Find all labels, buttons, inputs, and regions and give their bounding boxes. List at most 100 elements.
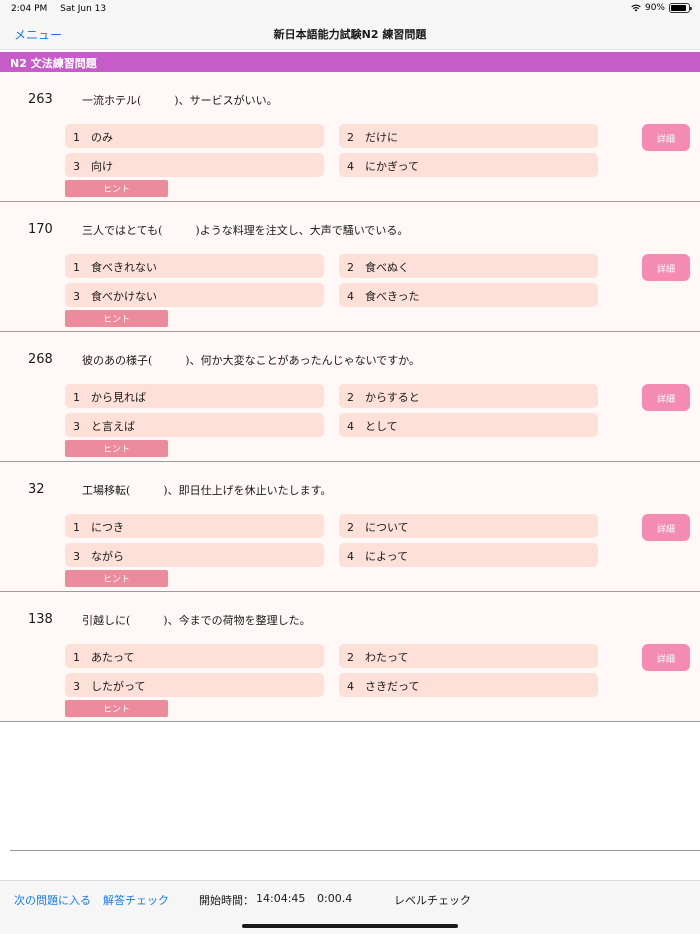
option-button[interactable]: 4 さきだって xyxy=(339,673,598,697)
question-text: 一流ホテル( )、サービスがいい。 xyxy=(82,94,278,107)
question-text: 引越しに( )、今までの荷物を整理した。 xyxy=(82,614,311,627)
option-button[interactable]: 1 食べきれない xyxy=(65,254,324,278)
option-number: 4 xyxy=(347,550,354,563)
option-number: 1 xyxy=(73,521,80,534)
home-indicator[interactable] xyxy=(242,924,458,928)
detail-button[interactable]: 詳細 xyxy=(642,384,690,411)
option-button[interactable]: 2 わたって xyxy=(339,644,598,668)
option-number: 1 xyxy=(73,261,80,274)
question-card: 32 工場移転( )、即日仕上げを休止いたします。 1 につき 2 について 3 なが… xyxy=(0,462,700,592)
nav-bar: メニュー 新日本語能力試験N2 練習問題 xyxy=(0,18,700,50)
question-card: 170 三人ではとても( )ような料理を注文し、大声で騒いでいる。 1 食べきれな… xyxy=(0,202,700,332)
option-number: 1 xyxy=(73,651,80,664)
option-text: について xyxy=(365,521,409,534)
option-text: ながら xyxy=(91,550,124,563)
detail-button[interactable]: 詳細 xyxy=(642,254,690,281)
option-number: 1 xyxy=(73,131,80,144)
option-number: 3 xyxy=(73,680,80,693)
option-button[interactable]: 3 ながら xyxy=(65,543,324,567)
option-button[interactable]: 4 食べきった xyxy=(339,283,598,307)
option-number: 4 xyxy=(347,290,354,303)
answer-check-button[interactable]: 解答チェック xyxy=(103,892,169,908)
elapsed-timer: 0:00.4 xyxy=(317,892,353,905)
hint-button[interactable]: ヒント xyxy=(65,570,168,587)
option-number: 2 xyxy=(347,391,354,404)
option-button[interactable]: 4 として xyxy=(339,413,598,437)
question-number: 32 xyxy=(28,482,45,497)
question-text: 彼のあの様子( )、何か大変なことがあったんじゃないですか。 xyxy=(82,354,421,367)
option-number: 4 xyxy=(347,420,354,433)
option-text: あたって xyxy=(91,651,135,664)
question-number: 138 xyxy=(28,612,53,627)
option-number: 4 xyxy=(347,680,354,693)
option-text: につき xyxy=(91,521,124,534)
option-text: から見れば xyxy=(91,391,146,404)
start-time-label: 開始時間： xyxy=(199,894,254,907)
option-button[interactable]: 3 食べかけない xyxy=(65,283,324,307)
option-button[interactable]: 3 向け xyxy=(65,153,324,177)
status-left: 2:04 PM Sat Jun 13 xyxy=(11,4,116,14)
question-text: 三人ではとても( )ような料理を注文し、大声で騒いでいる。 xyxy=(82,224,409,237)
option-button[interactable]: 3 したがって xyxy=(65,673,324,697)
option-button[interactable]: 2 だけに xyxy=(339,124,598,148)
option-button[interactable]: 1 あたって xyxy=(65,644,324,668)
start-time-value: 14:04:45 xyxy=(256,892,306,905)
option-text: として xyxy=(365,420,398,433)
status-bar: 2:04 PM Sat Jun 13 90% xyxy=(0,0,700,18)
detail-button[interactable]: 詳細 xyxy=(642,514,690,541)
option-button[interactable]: 1 から見れば xyxy=(65,384,324,408)
option-number: 2 xyxy=(347,261,354,274)
option-text: のみ xyxy=(91,131,113,144)
hint-button[interactable]: ヒント xyxy=(65,180,168,197)
hint-button[interactable]: ヒント xyxy=(65,310,168,327)
option-number: 2 xyxy=(347,131,354,144)
option-button[interactable]: 2 食べぬく xyxy=(339,254,598,278)
question-card: 263 一流ホテル( )、サービスがいい。 1 のみ 2 だけに 3 向け 4 にかぎっ… xyxy=(0,72,700,202)
option-number: 3 xyxy=(73,160,80,173)
question-number: 268 xyxy=(28,352,53,367)
option-text: 食べきれない xyxy=(91,261,157,274)
option-number: 3 xyxy=(73,290,80,303)
status-right: 90% xyxy=(631,3,692,13)
status-date: Sat Jun 13 xyxy=(60,4,107,14)
option-text: 食べかけない xyxy=(91,290,157,303)
question-card: 138 引越しに( )、今までの荷物を整理した。 1 あたって 2 わたって 3 した… xyxy=(0,592,700,722)
option-text: 食べぬく xyxy=(365,261,409,274)
section-header: N2 文法練習問題 xyxy=(0,52,700,72)
option-text: だけに xyxy=(365,131,398,144)
question-number: 170 xyxy=(28,222,53,237)
battery-icon xyxy=(669,3,692,13)
option-button[interactable]: 1 のみ xyxy=(65,124,324,148)
wifi-icon xyxy=(631,4,641,12)
option-number: 3 xyxy=(73,550,80,563)
detail-button[interactable]: 詳細 xyxy=(642,644,690,671)
next-question-button[interactable]: 次の問題に入る xyxy=(14,892,91,908)
option-text: 食べきった xyxy=(365,290,420,303)
option-text: わたって xyxy=(365,651,409,664)
option-number: 3 xyxy=(73,420,80,433)
option-number: 4 xyxy=(347,160,354,173)
option-button[interactable]: 1 につき xyxy=(65,514,324,538)
option-button[interactable]: 2 からすると xyxy=(339,384,598,408)
level-check-label: レベルチェック xyxy=(394,894,471,907)
question-list: 263 一流ホテル( )、サービスがいい。 1 のみ 2 だけに 3 向け 4 にかぎっ… xyxy=(0,72,700,722)
option-text: したがって xyxy=(91,680,146,693)
option-button[interactable]: 2 について xyxy=(339,514,598,538)
option-number: 2 xyxy=(347,521,354,534)
option-button[interactable]: 3 と言えば xyxy=(65,413,324,437)
detail-button[interactable]: 詳細 xyxy=(642,124,690,151)
option-text: さきだって xyxy=(365,680,420,693)
question-number: 263 xyxy=(28,92,53,107)
option-text: からすると xyxy=(365,391,420,404)
question-text: 工場移転( )、即日仕上げを休止いたします。 xyxy=(82,484,332,497)
status-time: 2:04 PM xyxy=(11,4,48,14)
option-text: によって xyxy=(365,550,409,563)
hint-button[interactable]: ヒント xyxy=(65,700,168,717)
option-text: にかぎって xyxy=(365,160,420,173)
option-button[interactable]: 4 にかぎって xyxy=(339,153,598,177)
hint-button[interactable]: ヒント xyxy=(65,440,168,457)
list-end-divider xyxy=(10,850,700,851)
option-button[interactable]: 4 によって xyxy=(339,543,598,567)
option-number: 2 xyxy=(347,651,354,664)
option-number: 1 xyxy=(73,391,80,404)
